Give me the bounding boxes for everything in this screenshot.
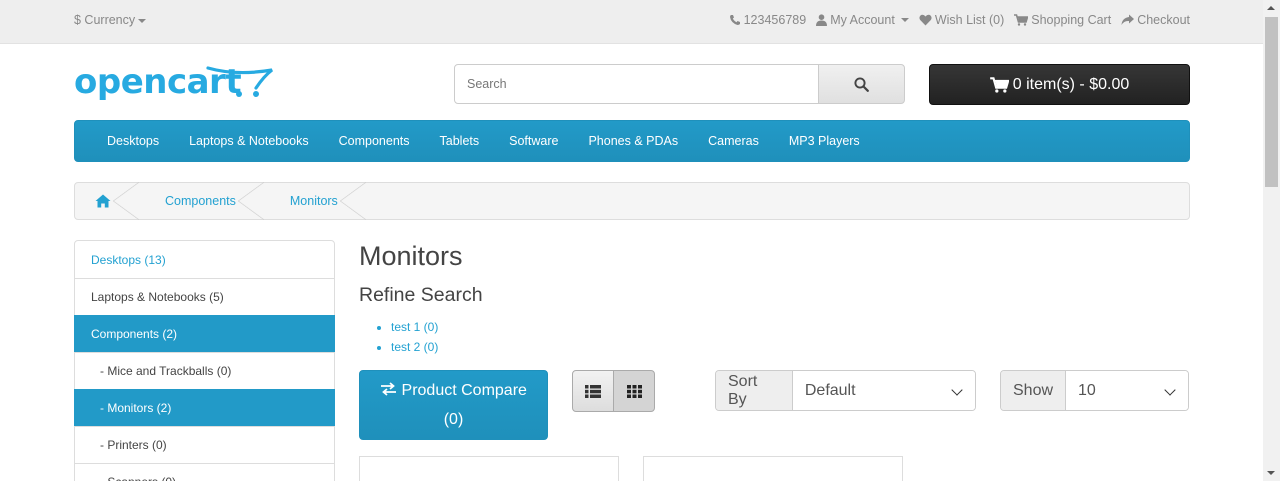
- compare-label-row: Product Compare: [360, 376, 547, 405]
- show-label: Show: [1001, 371, 1067, 410]
- menu-item-tablets[interactable]: Tablets: [425, 134, 495, 148]
- user-icon: [816, 14, 828, 26]
- refine-link-test-1[interactable]: test 1 (0): [391, 320, 438, 334]
- exchange-icon: [381, 382, 397, 396]
- logo-cart-icon: [206, 66, 273, 97]
- cart-button[interactable]: 0 item(s) - $0.00: [929, 64, 1190, 105]
- wish-list-link[interactable]: Wish List (0): [919, 13, 1004, 27]
- menu-item-components[interactable]: Components: [324, 134, 425, 148]
- search-group: [454, 64, 905, 104]
- refine-list: test 1 (0) test 2 (0): [391, 317, 1190, 357]
- currency-label: $ Currency: [74, 13, 136, 27]
- phone-link[interactable]: 123456789: [729, 13, 807, 27]
- grid-view-button[interactable]: [613, 370, 655, 412]
- caret-down-icon: [138, 18, 147, 23]
- breadcrumb-item-components[interactable]: Components: [138, 182, 264, 220]
- menu-item-software[interactable]: Software: [494, 134, 573, 148]
- sidebar-item-desktops[interactable]: Desktops (13): [75, 241, 334, 278]
- sidebar-item-monitors[interactable]: - Monitors (2): [74, 389, 335, 426]
- shopping-cart-link[interactable]: Shopping Cart: [1014, 13, 1111, 27]
- refine-item: test 1 (0): [391, 317, 1190, 337]
- category-sidebar: Desktops (13) Laptops & Notebooks (5) Co…: [74, 240, 335, 481]
- share-icon: [1121, 14, 1135, 25]
- show-limit-select[interactable]: 10: [1066, 371, 1188, 410]
- sort-by-value: Default: [804, 381, 856, 399]
- page-title: Monitors: [359, 241, 463, 271]
- product-compare-button[interactable]: Product Compare (0): [359, 370, 548, 440]
- refine-item: test 2 (0): [391, 337, 1190, 357]
- my-account-dropdown[interactable]: My Account: [816, 13, 909, 27]
- grid-icon: [626, 384, 642, 398]
- main-content: Monitors Refine Search test 1 (0) test 2…: [359, 240, 1190, 481]
- top-links: 123456789 My Account Wish List (0) Shopp…: [729, 13, 1190, 27]
- show-limit-group: Show 10: [1000, 370, 1189, 411]
- scroll-down-icon[interactable]: [1267, 471, 1275, 475]
- search-icon: [854, 76, 869, 92]
- show-limit-value: 10: [1078, 381, 1096, 399]
- refine-search-heading: Refine Search: [359, 284, 483, 306]
- page-scrollbar[interactable]: [1263, 0, 1280, 481]
- chevron-down-icon: [951, 384, 963, 396]
- cart-icon: [1014, 14, 1029, 26]
- main-menu: Desktops Laptops & Notebooks Components …: [74, 120, 1190, 162]
- list-icon: [585, 384, 601, 398]
- scrollbar-thumb[interactable]: [1265, 17, 1278, 187]
- scroll-up-icon[interactable]: [1267, 6, 1275, 10]
- checkout-label: Checkout: [1137, 13, 1190, 27]
- heart-icon: [919, 14, 932, 26]
- list-view-button[interactable]: [572, 370, 614, 412]
- cart-total: 0 item(s) - $0.00: [1012, 75, 1130, 93]
- sidebar-item-mice-trackballs[interactable]: - Mice and Trackballs (0): [75, 352, 334, 389]
- wish-list-label: Wish List (0): [934, 13, 1005, 27]
- sidebar-item-printers[interactable]: - Printers (0): [75, 426, 334, 463]
- phone-number: 123456789: [743, 13, 807, 27]
- caret-down-icon: [900, 18, 909, 22]
- phone-icon: [729, 15, 740, 25]
- refine-link-test-2[interactable]: test 2 (0): [391, 340, 438, 354]
- search-input[interactable]: [454, 64, 819, 104]
- sort-by-select[interactable]: Default: [792, 371, 975, 410]
- menu-item-desktops[interactable]: Desktops: [92, 134, 174, 148]
- sidebar-item-scanners[interactable]: - Scanners (0): [75, 463, 334, 481]
- menu-item-laptops-notebooks[interactable]: Laptops & Notebooks: [174, 134, 324, 148]
- chevron-down-icon: [1164, 384, 1176, 396]
- sidebar-item-laptops-notebooks[interactable]: Laptops & Notebooks (5): [75, 278, 334, 315]
- product-card[interactable]: [359, 456, 619, 481]
- view-toggle: [572, 370, 655, 412]
- compare-label: Product Compare: [401, 382, 527, 399]
- sidebar-item-components[interactable]: Components (2): [74, 315, 335, 352]
- shopping-cart-label: Shopping Cart: [1031, 13, 1112, 27]
- search-button[interactable]: [818, 64, 905, 104]
- cart-icon: [989, 76, 1009, 93]
- sort-by-group: Sort By Default: [715, 370, 976, 411]
- checkout-link[interactable]: Checkout: [1121, 13, 1190, 27]
- sort-by-label: Sort By: [716, 371, 793, 410]
- logo[interactable]: opencart: [74, 62, 276, 106]
- compare-count: (0): [443, 411, 464, 428]
- product-card[interactable]: [643, 456, 903, 481]
- breadcrumb-home[interactable]: [75, 182, 139, 220]
- menu-item-cameras[interactable]: Cameras: [693, 134, 774, 148]
- my-account-label: My Account: [830, 13, 895, 27]
- top-bar: $ Currency 123456789 My Account Wish Lis…: [0, 0, 1263, 44]
- menu-item-mp3-players[interactable]: MP3 Players: [774, 134, 875, 148]
- home-icon: [95, 194, 111, 208]
- currency-dropdown[interactable]: $ Currency: [74, 13, 147, 27]
- breadcrumb-item-monitors[interactable]: Monitors: [263, 182, 366, 220]
- menu-item-phones-pdas[interactable]: Phones & PDAs: [573, 134, 693, 148]
- breadcrumb: Components Monitors: [74, 182, 1190, 220]
